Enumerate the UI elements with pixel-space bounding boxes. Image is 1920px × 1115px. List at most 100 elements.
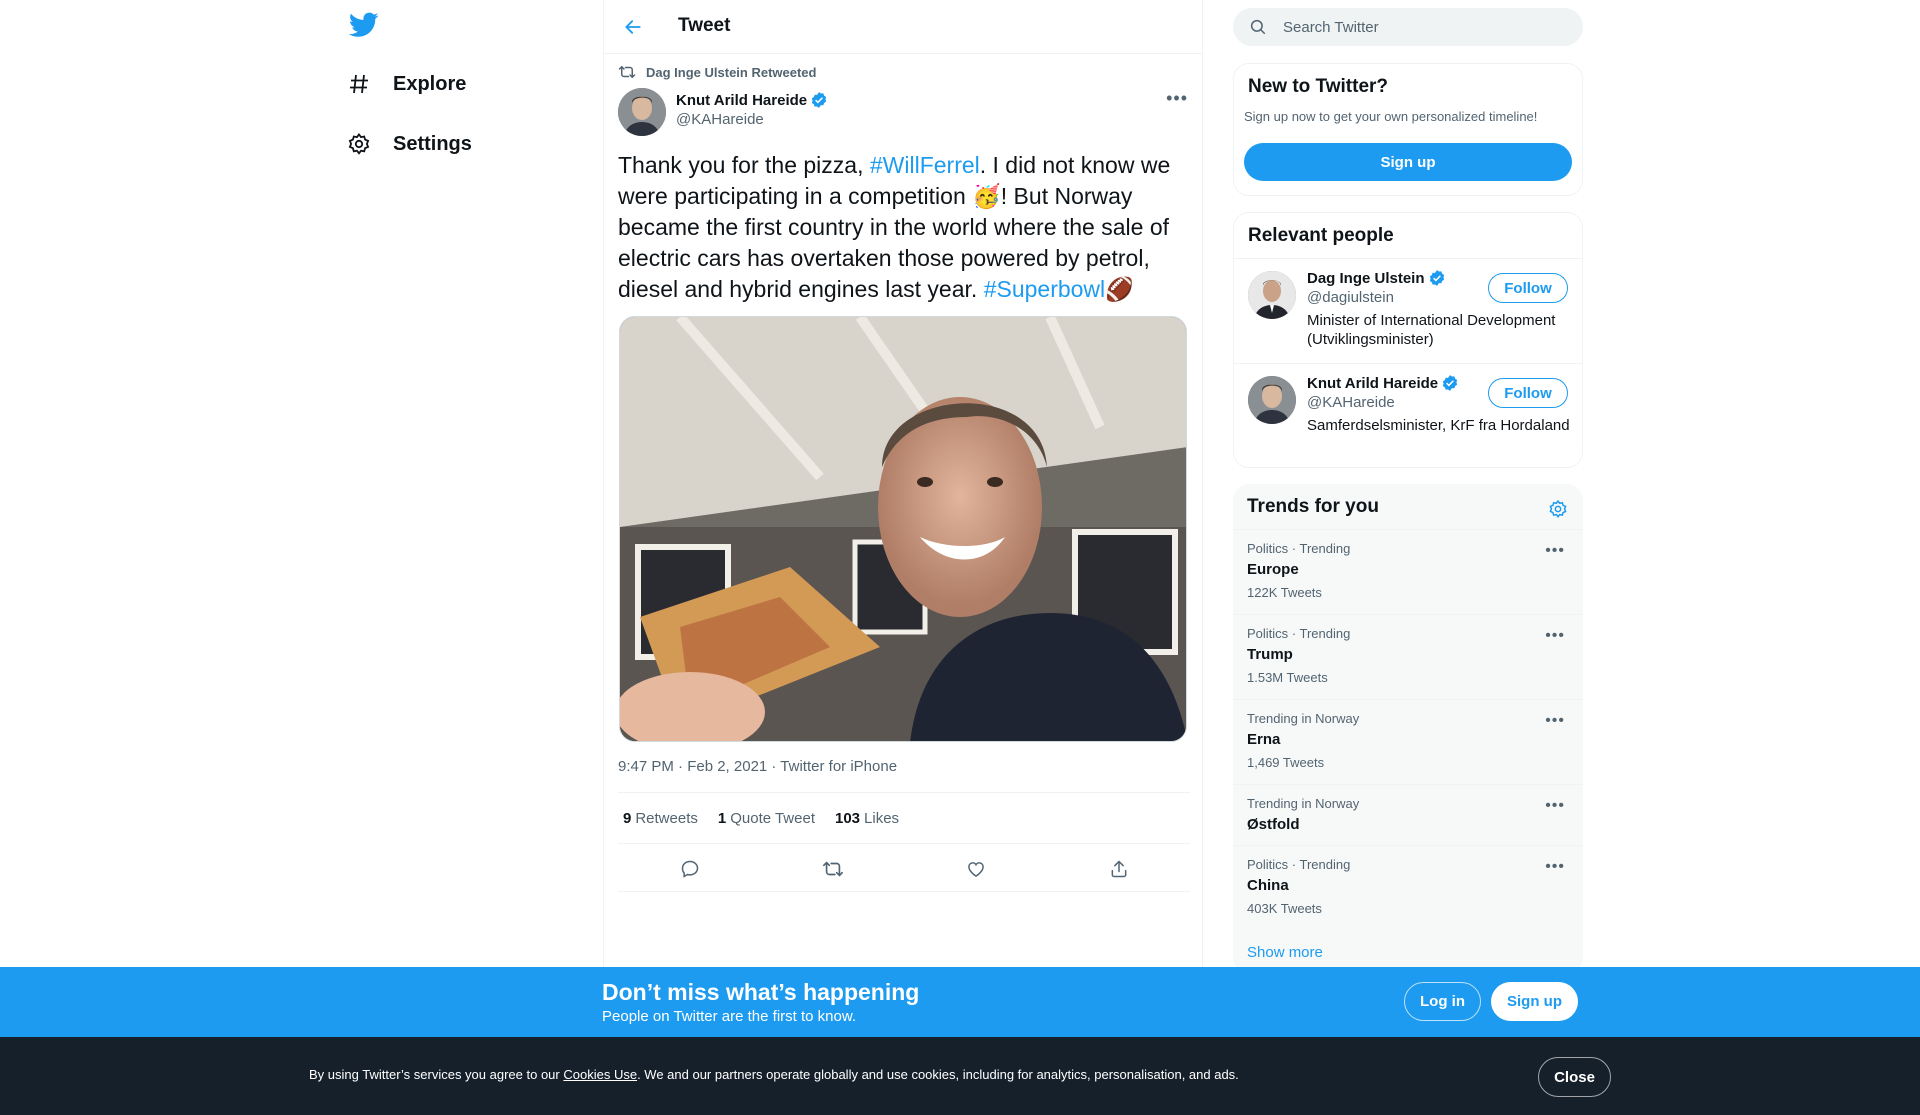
cookie-text: By using Twitter’s services you agree to… bbox=[309, 1067, 1239, 1082]
trend-item[interactable]: Politics · Trending China 403K Tweets ••… bbox=[1233, 845, 1583, 930]
tweet-author[interactable]: Knut Arild Hareide @KAHareide bbox=[618, 88, 828, 136]
trend-item[interactable]: Trending in Norway Erna 1,469 Tweets ••• bbox=[1233, 699, 1583, 784]
nav-item-explore[interactable]: Explore bbox=[345, 62, 466, 106]
trend-count: 122K Tweets bbox=[1247, 585, 1322, 600]
sidebar-signup-button[interactable]: Sign up bbox=[1244, 143, 1572, 181]
share-icon bbox=[1111, 860, 1126, 877]
cookie-banner: By using Twitter’s services you agree to… bbox=[0, 1037, 1920, 1115]
verified-badge-icon bbox=[1429, 270, 1444, 286]
trend-meta: Politics · Trending bbox=[1247, 541, 1351, 556]
promo-signup-button[interactable]: Sign up bbox=[1491, 982, 1578, 1021]
tweet-column: Tweet Dag Inge Ulstein Retweeted Knut Ar… bbox=[603, 0, 1203, 1115]
trend-count: 1.53M Tweets bbox=[1247, 670, 1328, 685]
trend-item[interactable]: Politics · Trending Trump 1.53M Tweets •… bbox=[1233, 614, 1583, 699]
likes-count: 103 bbox=[835, 809, 861, 827]
more-icon[interactable]: ••• bbox=[1545, 712, 1565, 730]
trend-item[interactable]: Trending in Norway Østfold ••• bbox=[1233, 784, 1583, 845]
avatar[interactable] bbox=[618, 88, 666, 136]
login-button[interactable]: Log in bbox=[1404, 982, 1481, 1021]
person-bio: Samferdselsminister, KrF fra Hordaland bbox=[1307, 417, 1570, 434]
tweet-photo[interactable] bbox=[619, 316, 1187, 742]
tweet-actions bbox=[618, 846, 1190, 892]
back-button[interactable] bbox=[616, 10, 650, 44]
retweeted-by-text: Dag Inge Ulstein Retweeted bbox=[646, 64, 817, 80]
search-input[interactable] bbox=[1283, 18, 1553, 36]
hashtag-icon bbox=[345, 70, 373, 98]
quotes-count: 1 bbox=[717, 809, 727, 827]
retweets-label: Retweets bbox=[635, 809, 698, 827]
promo-subtitle: People on Twitter are the first to know. bbox=[602, 1008, 857, 1025]
person-item[interactable]: Dag Inge Ulstein @dagiulstein Minister o… bbox=[1234, 258, 1582, 362]
trends-settings-button[interactable] bbox=[1543, 494, 1573, 524]
gear-icon bbox=[345, 130, 373, 158]
superbowl-emoji: 🏈 bbox=[1105, 276, 1134, 302]
nav-label-explore: Explore bbox=[393, 72, 467, 95]
cookies-use-link[interactable]: Cookies Use bbox=[563, 1067, 637, 1082]
hashtag-link-superbowl[interactable]: #Superbowl bbox=[984, 276, 1105, 302]
retweets-count: 9 bbox=[623, 809, 632, 827]
search-box[interactable] bbox=[1233, 8, 1583, 46]
new-to-twitter-subtitle: Sign up now to get your own personalized… bbox=[1244, 109, 1538, 124]
author-handle: @KAHareide bbox=[676, 111, 764, 128]
cookie-text-before: By using Twitter’s services you agree to… bbox=[309, 1067, 564, 1082]
nav-item-settings[interactable]: Settings bbox=[345, 122, 472, 166]
person-name[interactable]: Dag Inge Ulstein bbox=[1307, 269, 1446, 287]
promo-title: Don’t miss what’s happening bbox=[602, 979, 920, 1005]
follow-button[interactable]: Follow bbox=[1488, 378, 1568, 408]
avatar[interactable] bbox=[1248, 271, 1296, 319]
trend-name: Erna bbox=[1247, 731, 1281, 748]
quotes-label: Quote Tweet bbox=[730, 809, 815, 827]
author-name-text: Knut Arild Hareide bbox=[676, 91, 808, 109]
trend-name: China bbox=[1247, 877, 1289, 894]
trend-name: Trump bbox=[1247, 646, 1293, 663]
person-item[interactable]: Knut Arild Hareide @KAHareide Samferdsel… bbox=[1234, 363, 1582, 467]
trend-name: Østfold bbox=[1247, 816, 1300, 833]
share-button[interactable] bbox=[1102, 852, 1136, 886]
more-icon[interactable]: ••• bbox=[1545, 797, 1565, 815]
new-to-twitter-title: New to Twitter? bbox=[1248, 76, 1389, 97]
person-name[interactable]: Knut Arild Hareide bbox=[1307, 374, 1459, 392]
trends-title: Trends for you bbox=[1247, 496, 1379, 517]
hashtag-link-willferrel[interactable]: #WillFerrel bbox=[870, 152, 980, 178]
relevant-people-title: Relevant people bbox=[1248, 225, 1394, 246]
twitter-logo-icon[interactable] bbox=[348, 12, 381, 44]
retweeted-indicator[interactable]: Dag Inge Ulstein Retweeted bbox=[618, 64, 816, 80]
trend-name: Europe bbox=[1247, 561, 1299, 578]
tweet-stats: 9 Retweets 1 Quote Tweet 103 Likes bbox=[618, 792, 1190, 844]
retweets-stat[interactable]: 9 Retweets bbox=[623, 810, 698, 827]
quotes-stat[interactable]: 1 Quote Tweet bbox=[718, 810, 815, 827]
reply-button[interactable] bbox=[673, 852, 707, 886]
author-info: Knut Arild Hareide @KAHareide bbox=[676, 91, 828, 136]
like-button[interactable] bbox=[959, 852, 993, 886]
signup-promo-banner: Don’t miss what’s happening People on Tw… bbox=[0, 967, 1920, 1037]
back-arrow-icon bbox=[625, 20, 641, 34]
tweet-header: Tweet bbox=[604, 0, 1202, 54]
new-to-twitter-card: New to Twitter? Sign up now to get your … bbox=[1233, 63, 1583, 196]
show-more-link[interactable]: Show more bbox=[1247, 944, 1323, 961]
trend-meta: Politics · Trending bbox=[1247, 626, 1351, 641]
relevant-people-card: Relevant people Dag Inge Ulstein @dagiul… bbox=[1233, 212, 1583, 468]
trend-item[interactable]: Politics · Trending Europe 122K Tweets •… bbox=[1233, 529, 1583, 614]
tweet-timestamp[interactable]: 9:47 PM · Feb 2, 2021 · Twitter for iPho… bbox=[618, 758, 897, 775]
author-name[interactable]: Knut Arild Hareide bbox=[676, 91, 828, 109]
more-icon[interactable]: ••• bbox=[1545, 542, 1565, 560]
person-bio: Minister of International Development (U… bbox=[1307, 312, 1556, 348]
person-handle: @KAHareide bbox=[1307, 394, 1395, 411]
tweet-text-part1: Thank you for the pizza, bbox=[618, 152, 870, 178]
more-icon[interactable]: ••• bbox=[1545, 858, 1565, 876]
trend-meta: Trending in Norway bbox=[1247, 711, 1360, 726]
tweet-more-icon[interactable]: ••• bbox=[1166, 88, 1188, 109]
follow-button[interactable]: Follow bbox=[1488, 273, 1568, 303]
trend-meta: Trending in Norway bbox=[1247, 796, 1360, 811]
retweet-button[interactable] bbox=[816, 852, 850, 886]
tweet-text: Thank you for the pizza, #WillFerrel. I … bbox=[618, 150, 1188, 305]
trend-count: 1,469 Tweets bbox=[1247, 755, 1325, 770]
cookie-close-button[interactable]: Close bbox=[1538, 1057, 1611, 1097]
avatar[interactable] bbox=[1248, 376, 1296, 424]
trend-count: 403K Tweets bbox=[1247, 901, 1322, 916]
more-icon[interactable]: ••• bbox=[1545, 627, 1565, 645]
trends-card: Trends for you Politics · Trending Europ… bbox=[1233, 484, 1583, 974]
likes-stat[interactable]: 103 Likes bbox=[835, 810, 899, 827]
person-handle: @dagiulstein bbox=[1307, 289, 1394, 306]
likes-label: Likes bbox=[864, 809, 900, 827]
